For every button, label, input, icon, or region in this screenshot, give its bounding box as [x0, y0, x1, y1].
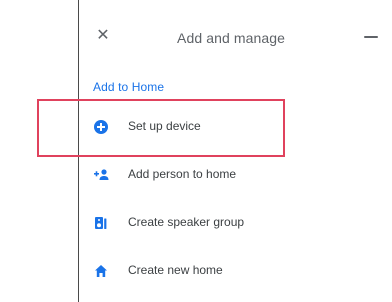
add-person-to-home-item[interactable]: Add person to home: [79, 152, 392, 198]
add-person-icon: [93, 167, 109, 183]
page-title: Add and manage: [177, 30, 286, 46]
more-icon[interactable]: [363, 28, 379, 44]
close-icon[interactable]: ✕: [95, 28, 111, 44]
create-speaker-group-item[interactable]: Create speaker group: [79, 200, 392, 246]
add-and-manage-panel: ✕ Add and manage Add to Home Set up devi…: [78, 0, 392, 302]
set-up-device-label: Set up device: [128, 119, 201, 133]
set-up-device-item[interactable]: Set up device: [79, 104, 392, 150]
create-speaker-group-label: Create speaker group: [128, 215, 245, 229]
home-icon: [93, 263, 109, 279]
page: ✕ Add and manage Add to Home Set up devi…: [0, 0, 392, 302]
top-bar: ✕ Add and manage: [79, 12, 392, 54]
create-new-home-label: Create new home: [128, 263, 223, 277]
create-new-home-item[interactable]: Create new home: [79, 248, 392, 294]
section-label-add-to-home: Add to Home: [93, 80, 165, 94]
add-circle-icon: [93, 119, 109, 135]
add-person-to-home-label: Add person to home: [128, 167, 237, 181]
speaker-group-icon: [93, 215, 109, 231]
